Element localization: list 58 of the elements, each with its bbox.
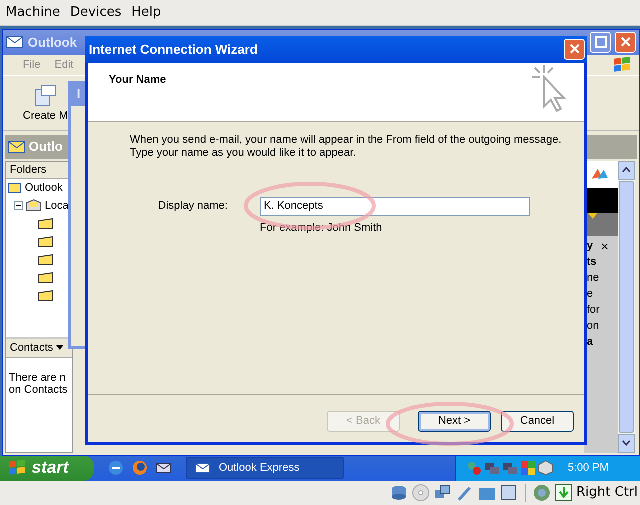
- tree-toggle-icon[interactable]: [14, 201, 23, 210]
- panel-text: for: [587, 304, 600, 317]
- wizard-button[interactable]: Cancel: [501, 410, 574, 432]
- window-title: Outlook: [28, 34, 78, 50]
- menu-item[interactable]: Machine: [3, 4, 64, 20]
- display-name-field[interactable]: K. Koncepts: [260, 196, 530, 216]
- folder-icon[interactable]: [38, 234, 54, 249]
- panel-text: ts: [587, 256, 597, 269]
- windows-logo-icon: [8, 460, 26, 476]
- close-button[interactable]: [615, 32, 636, 53]
- folder-item[interactable]: Outlook: [6, 178, 72, 197]
- folder-icon[interactable]: [38, 216, 54, 231]
- scrollbar[interactable]: [618, 160, 635, 453]
- globe-icon[interactable]: [532, 484, 550, 502]
- instruction-text: When you send e-mail, your name will appear in the From field of the outgoing message.: [130, 134, 563, 147]
- message-text: There are n: [9, 372, 67, 384]
- dialog-title: Internet Connection Wizard: [89, 42, 258, 57]
- dropdown-icon[interactable]: [56, 345, 64, 350]
- cube-icon[interactable]: [538, 460, 554, 476]
- mail-icon: [8, 180, 22, 195]
- folder-item[interactable]: Loca: [45, 200, 69, 212]
- close-button[interactable]: ×: [601, 240, 609, 253]
- panel-text: a: [587, 336, 594, 349]
- windows-logo-icon: [611, 56, 633, 74]
- message-text: on Contacts: [9, 384, 69, 396]
- panel-text: on: [587, 320, 600, 333]
- compose-icon: [34, 84, 58, 108]
- menu-item[interactable]: Help: [128, 4, 164, 20]
- panel-text: ne: [587, 272, 600, 285]
- page-heading: Your Name: [109, 74, 166, 86]
- menu-item[interactable]: Devices: [67, 4, 125, 20]
- panel-text: e: [587, 288, 594, 301]
- panel-text: y: [587, 240, 594, 253]
- close-icon: [620, 36, 632, 48]
- display-icon[interactable]: [500, 484, 518, 502]
- field-label: Display name:: [157, 200, 229, 212]
- browser-icon[interactable]: [132, 460, 148, 476]
- browser-icon[interactable]: [108, 460, 124, 476]
- close-icon: [568, 43, 580, 56]
- example-text: For example: John Smith: [259, 222, 384, 234]
- maximize-button[interactable]: [590, 32, 611, 53]
- window-title: I: [77, 86, 81, 101]
- instruction-text: Type your name as you would like it to appear.: [130, 146, 358, 160]
- download-icon[interactable]: [554, 484, 572, 502]
- maximize-icon: [594, 36, 606, 48]
- taskbar-button[interactable]: Outlook Express: [186, 457, 344, 480]
- network-icon[interactable]: [502, 460, 518, 476]
- folder-icon: [26, 198, 42, 213]
- network-icon[interactable]: [484, 460, 500, 476]
- disk-icon[interactable]: [390, 484, 408, 502]
- folder-icon[interactable]: [38, 252, 54, 267]
- close-button[interactable]: [564, 38, 585, 60]
- folder-icon[interactable]: [38, 288, 54, 303]
- start-button[interactable]: start: [0, 456, 94, 481]
- wizard-button[interactable]: Next >: [418, 410, 491, 432]
- host-key-label: Right Ctrl: [576, 485, 638, 500]
- toolbar-button[interactable]: Create M: [23, 84, 68, 122]
- folder-icon[interactable]: [38, 270, 54, 285]
